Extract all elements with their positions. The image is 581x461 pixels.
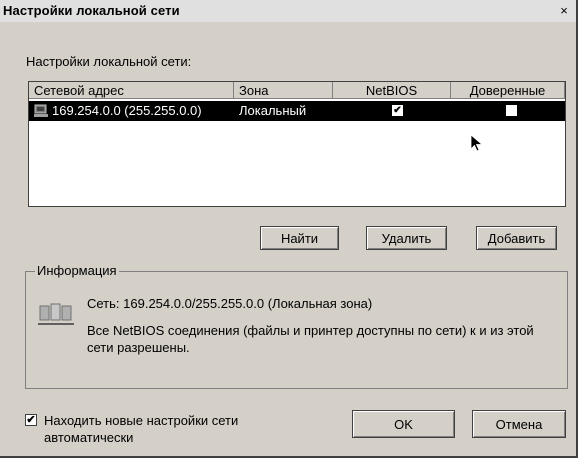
add-button[interactable]: Добавить [476, 226, 557, 250]
trusted-checkbox[interactable] [506, 105, 517, 116]
column-header-address[interactable]: Сетевой адрес [29, 82, 234, 99]
info-network-line: Сеть: 169.254.0.0/255.255.0.0 (Локальная… [87, 296, 373, 311]
network-icon [34, 104, 48, 117]
lan-settings-dialog: Настройки локальной сети × Настройки лок… [0, 0, 578, 458]
delete-button[interactable]: Удалить [366, 226, 447, 250]
column-header-netbios[interactable]: NetBIOS [333, 82, 451, 99]
table-row[interactable]: 169.254.0.0 (255.255.0.0) Локальный ✔ [29, 101, 565, 121]
row-zone: Локальный [239, 103, 307, 118]
network-info-icon [38, 303, 74, 325]
window-title: Настройки локальной сети [3, 3, 180, 18]
netbios-checkbox[interactable]: ✔ [392, 105, 403, 116]
auto-detect-label[interactable]: Находить новые настройки сети автоматиче… [44, 412, 304, 446]
ok-button[interactable]: OK [352, 410, 455, 438]
list-header: Сетевой адрес Зона NetBIOS Доверенные [29, 82, 565, 100]
cancel-button[interactable]: Отмена [472, 410, 566, 438]
title-bar[interactable]: Настройки локальной сети × [0, 0, 576, 22]
mouse-cursor-icon [470, 134, 484, 152]
row-address: 169.254.0.0 (255.255.0.0) [52, 103, 202, 118]
info-description: Все NetBIOS соединения (файлы и принтер … [87, 323, 534, 355]
find-button[interactable]: Найти [260, 226, 339, 250]
column-header-zone[interactable]: Зона [234, 82, 333, 99]
network-list[interactable]: Сетевой адрес Зона NetBIOS Доверенные 16… [28, 81, 566, 207]
section-label: Настройки локальной сети: [26, 54, 192, 69]
info-group-title: Информация [35, 263, 119, 278]
column-header-trusted[interactable]: Доверенные [451, 82, 565, 99]
close-icon[interactable]: × [556, 3, 572, 18]
auto-detect-checkbox[interactable]: ✔ [25, 414, 37, 426]
